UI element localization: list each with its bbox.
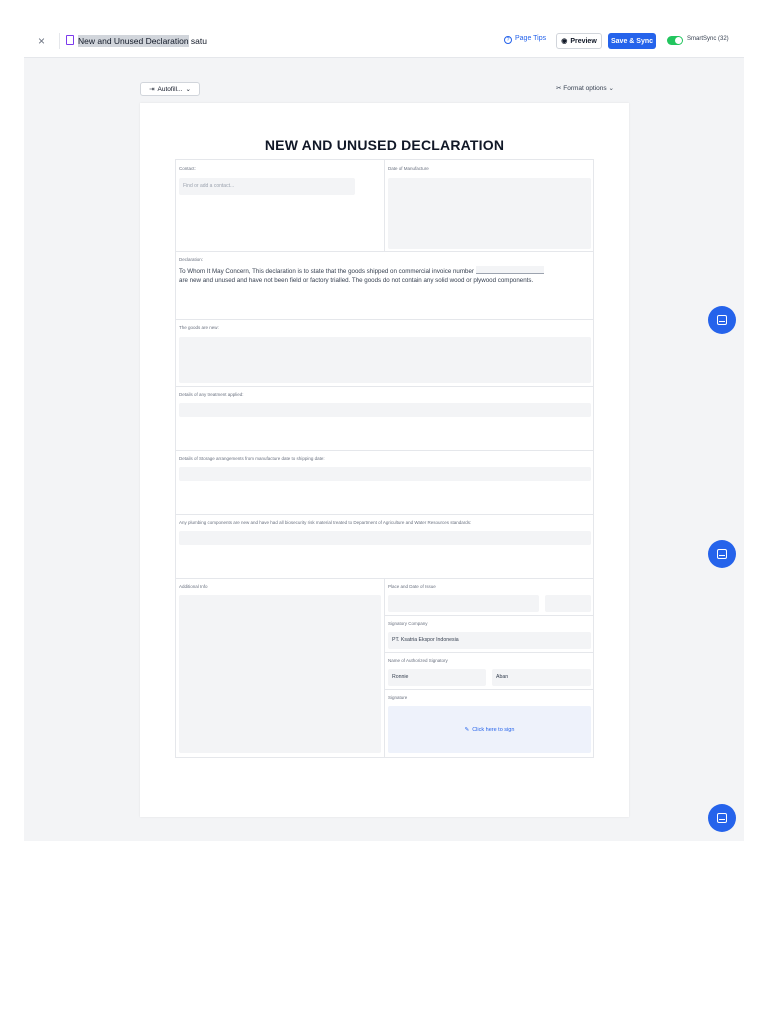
divider bbox=[384, 615, 593, 616]
close-icon[interactable]: × bbox=[38, 34, 45, 48]
divider bbox=[176, 386, 593, 387]
declaration-label: Declaration: bbox=[179, 257, 204, 262]
chat-icon bbox=[717, 315, 727, 325]
declaration-text: To Whom It May Concern, This declaration… bbox=[179, 266, 591, 285]
first-name-field[interactable]: Ronnie bbox=[388, 669, 486, 686]
chat-icon bbox=[717, 813, 727, 823]
sign-prompt: Click here to sign bbox=[472, 726, 515, 733]
divider bbox=[176, 319, 593, 320]
plumbing-field[interactable] bbox=[179, 531, 591, 545]
eye-icon: ◉ bbox=[561, 38, 568, 45]
chevron-down-icon: ⌄ bbox=[185, 86, 191, 93]
last-name-field[interactable]: Aban bbox=[492, 669, 591, 686]
first-name-value: Ronnie bbox=[392, 674, 409, 680]
divider bbox=[176, 251, 593, 252]
goods-new-field[interactable] bbox=[179, 337, 591, 383]
page-tips-label: Page Tips bbox=[515, 35, 547, 42]
place-date-label: Place and Date of Issue bbox=[388, 584, 436, 589]
authorized-signatory-label: Name of Authorized Signatory bbox=[388, 658, 448, 663]
document-page: NEW AND UNUSED DECLARATION Contact: Find… bbox=[140, 103, 629, 817]
additional-info-label: Additional Info bbox=[179, 584, 208, 589]
format-options-dropdown[interactable]: ✂ Format options ⌄ bbox=[556, 84, 614, 92]
chevron-down-icon: ⌄ bbox=[608, 85, 614, 92]
top-bar: × New and Unused Declaration satu ? Page … bbox=[24, 24, 744, 58]
document-title[interactable]: New and Unused Declaration satu bbox=[78, 34, 207, 48]
date-manufacture-label: Date of Manufacture bbox=[388, 166, 429, 171]
save-sync-button[interactable]: Save & Sync bbox=[608, 33, 656, 49]
smartsync-label: SmartSync (32) bbox=[687, 36, 729, 42]
signatory-company-field[interactable]: PT. Ksatria Ekspor Indonesia bbox=[388, 632, 591, 649]
divider bbox=[59, 33, 60, 49]
contact-input[interactable]: Find or add a contact... bbox=[179, 178, 355, 195]
format-options-label: Format options bbox=[563, 85, 607, 92]
divider bbox=[176, 514, 593, 515]
autofill-label: Autofill... bbox=[157, 85, 183, 93]
storage-field[interactable] bbox=[179, 467, 591, 481]
date-of-issue-field[interactable] bbox=[545, 595, 591, 612]
signature-label: Signature bbox=[388, 695, 408, 700]
divider bbox=[384, 652, 593, 653]
format-icon: ✂ bbox=[556, 85, 562, 92]
declaration-form: Contact: Find or add a contact... Date o… bbox=[175, 159, 594, 758]
chat-button[interactable] bbox=[708, 804, 736, 832]
contact-label: Contact: bbox=[179, 166, 196, 171]
divider bbox=[384, 578, 385, 757]
document-title-selected: New and Unused Declaration bbox=[78, 35, 189, 47]
additional-info-field[interactable] bbox=[179, 595, 381, 753]
chat-icon bbox=[717, 549, 727, 559]
divider bbox=[176, 450, 593, 451]
page-tips-link[interactable]: ? Page Tips bbox=[504, 35, 546, 44]
form-title: NEW AND UNUSED DECLARATION bbox=[264, 137, 505, 153]
contact-placeholder: Find or add a contact... bbox=[183, 183, 235, 189]
chat-button[interactable] bbox=[708, 306, 736, 334]
declaration-text-part1: To Whom It May Concern, This declaration… bbox=[179, 268, 474, 275]
app-window: × New and Unused Declaration satu ? Page … bbox=[24, 24, 744, 841]
treatment-label: Details of any treatment applied: bbox=[179, 392, 244, 397]
autofill-dropdown[interactable]: ⇥ Autofill... ⌄ bbox=[140, 82, 200, 96]
chat-button[interactable] bbox=[708, 540, 736, 568]
declaration-text-part2: are new and unused and have not been fie… bbox=[179, 277, 534, 284]
storage-label: Details of Storage arrangements from man… bbox=[179, 456, 325, 461]
divider bbox=[384, 160, 385, 251]
autofill-icon: ⇥ bbox=[149, 86, 155, 93]
document-icon bbox=[66, 35, 74, 45]
toggle-knob bbox=[675, 37, 682, 44]
smartsync-toggle[interactable] bbox=[667, 36, 683, 45]
preview-button[interactable]: ◉ Preview bbox=[556, 33, 602, 49]
goods-new-label: The goods are new: bbox=[179, 325, 219, 330]
pen-icon: ✎ bbox=[464, 726, 470, 733]
divider bbox=[384, 689, 593, 690]
date-manufacture-field[interactable] bbox=[388, 178, 591, 249]
signatory-company-value: PT. Ksatria Ekspor Indonesia bbox=[392, 637, 459, 643]
place-of-issue-field[interactable] bbox=[388, 595, 539, 612]
help-circle-icon: ? bbox=[504, 36, 512, 44]
invoice-number-field[interactable] bbox=[475, 266, 544, 274]
signatory-company-label: Signatory Company bbox=[388, 621, 428, 626]
plumbing-label: Any plumbing components are new and have… bbox=[179, 520, 472, 525]
last-name-value: Aban bbox=[496, 674, 509, 680]
signature-pad[interactable]: ✎ Click here to sign bbox=[388, 706, 591, 753]
treatment-field[interactable] bbox=[179, 403, 591, 417]
document-title-rest: satu bbox=[188, 36, 207, 46]
preview-label: Preview bbox=[570, 37, 597, 45]
